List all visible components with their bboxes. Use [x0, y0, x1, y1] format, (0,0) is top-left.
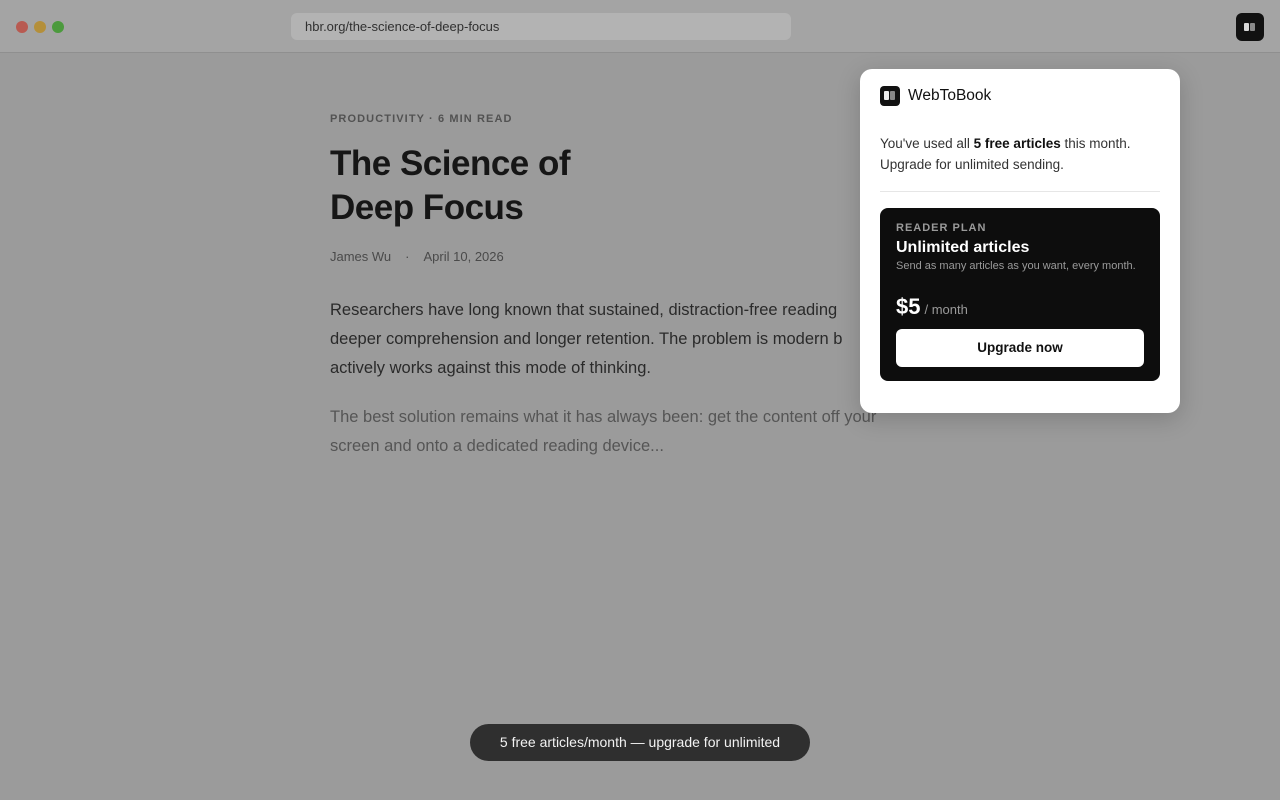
- price-amount: $5: [896, 294, 921, 319]
- plan-card: READER PLAN Unlimited articles Send as m…: [880, 208, 1160, 381]
- article-author: James Wu: [330, 249, 392, 264]
- plan-price: $5/ month: [896, 294, 968, 320]
- book-icon: [1244, 23, 1249, 31]
- plan-label: READER PLAN: [896, 222, 987, 234]
- browser-toolbar: hbr.org/the-science-of-deep-focus: [0, 0, 1280, 53]
- extension-popup: WebToBook You've used all 5 free article…: [860, 69, 1180, 413]
- usage-count: 5 free articles: [973, 136, 1061, 151]
- upgrade-now-button[interactable]: Upgrade now: [896, 329, 1144, 367]
- price-period: / month: [924, 302, 968, 317]
- popup-app-name: WebToBook: [908, 87, 992, 104]
- upgrade-toast: 5 free articles/month — upgrade for unli…: [470, 724, 810, 761]
- article-paragraph-2: The best solution remains what it has al…: [330, 408, 877, 455]
- divider: [880, 191, 1160, 192]
- zoom-window-button[interactable]: [52, 21, 64, 33]
- book-icon: [880, 86, 900, 106]
- article-date: April 10, 2026: [423, 249, 504, 264]
- usage-limit-message: You've used all 5 free articles this mon…: [880, 136, 1131, 172]
- article-meta: James Wu · April 10, 2026: [330, 249, 504, 264]
- article-paragraph-1: Researchers have long known that sustain…: [330, 301, 843, 377]
- plan-title: Unlimited articles: [896, 239, 1030, 256]
- plan-description: Send as many articles as you want, every…: [896, 260, 1136, 272]
- minimize-window-button[interactable]: [34, 21, 46, 33]
- article-title: The Science of Deep Focus: [330, 144, 571, 227]
- close-window-button[interactable]: [16, 21, 28, 33]
- address-bar[interactable]: hbr.org/the-science-of-deep-focus: [291, 13, 791, 40]
- meta-separator: ·: [405, 249, 410, 264]
- webtobook-extension-button[interactable]: [1236, 13, 1264, 41]
- article-kicker: PRODUCTIVITY · 6 MIN READ: [330, 113, 513, 125]
